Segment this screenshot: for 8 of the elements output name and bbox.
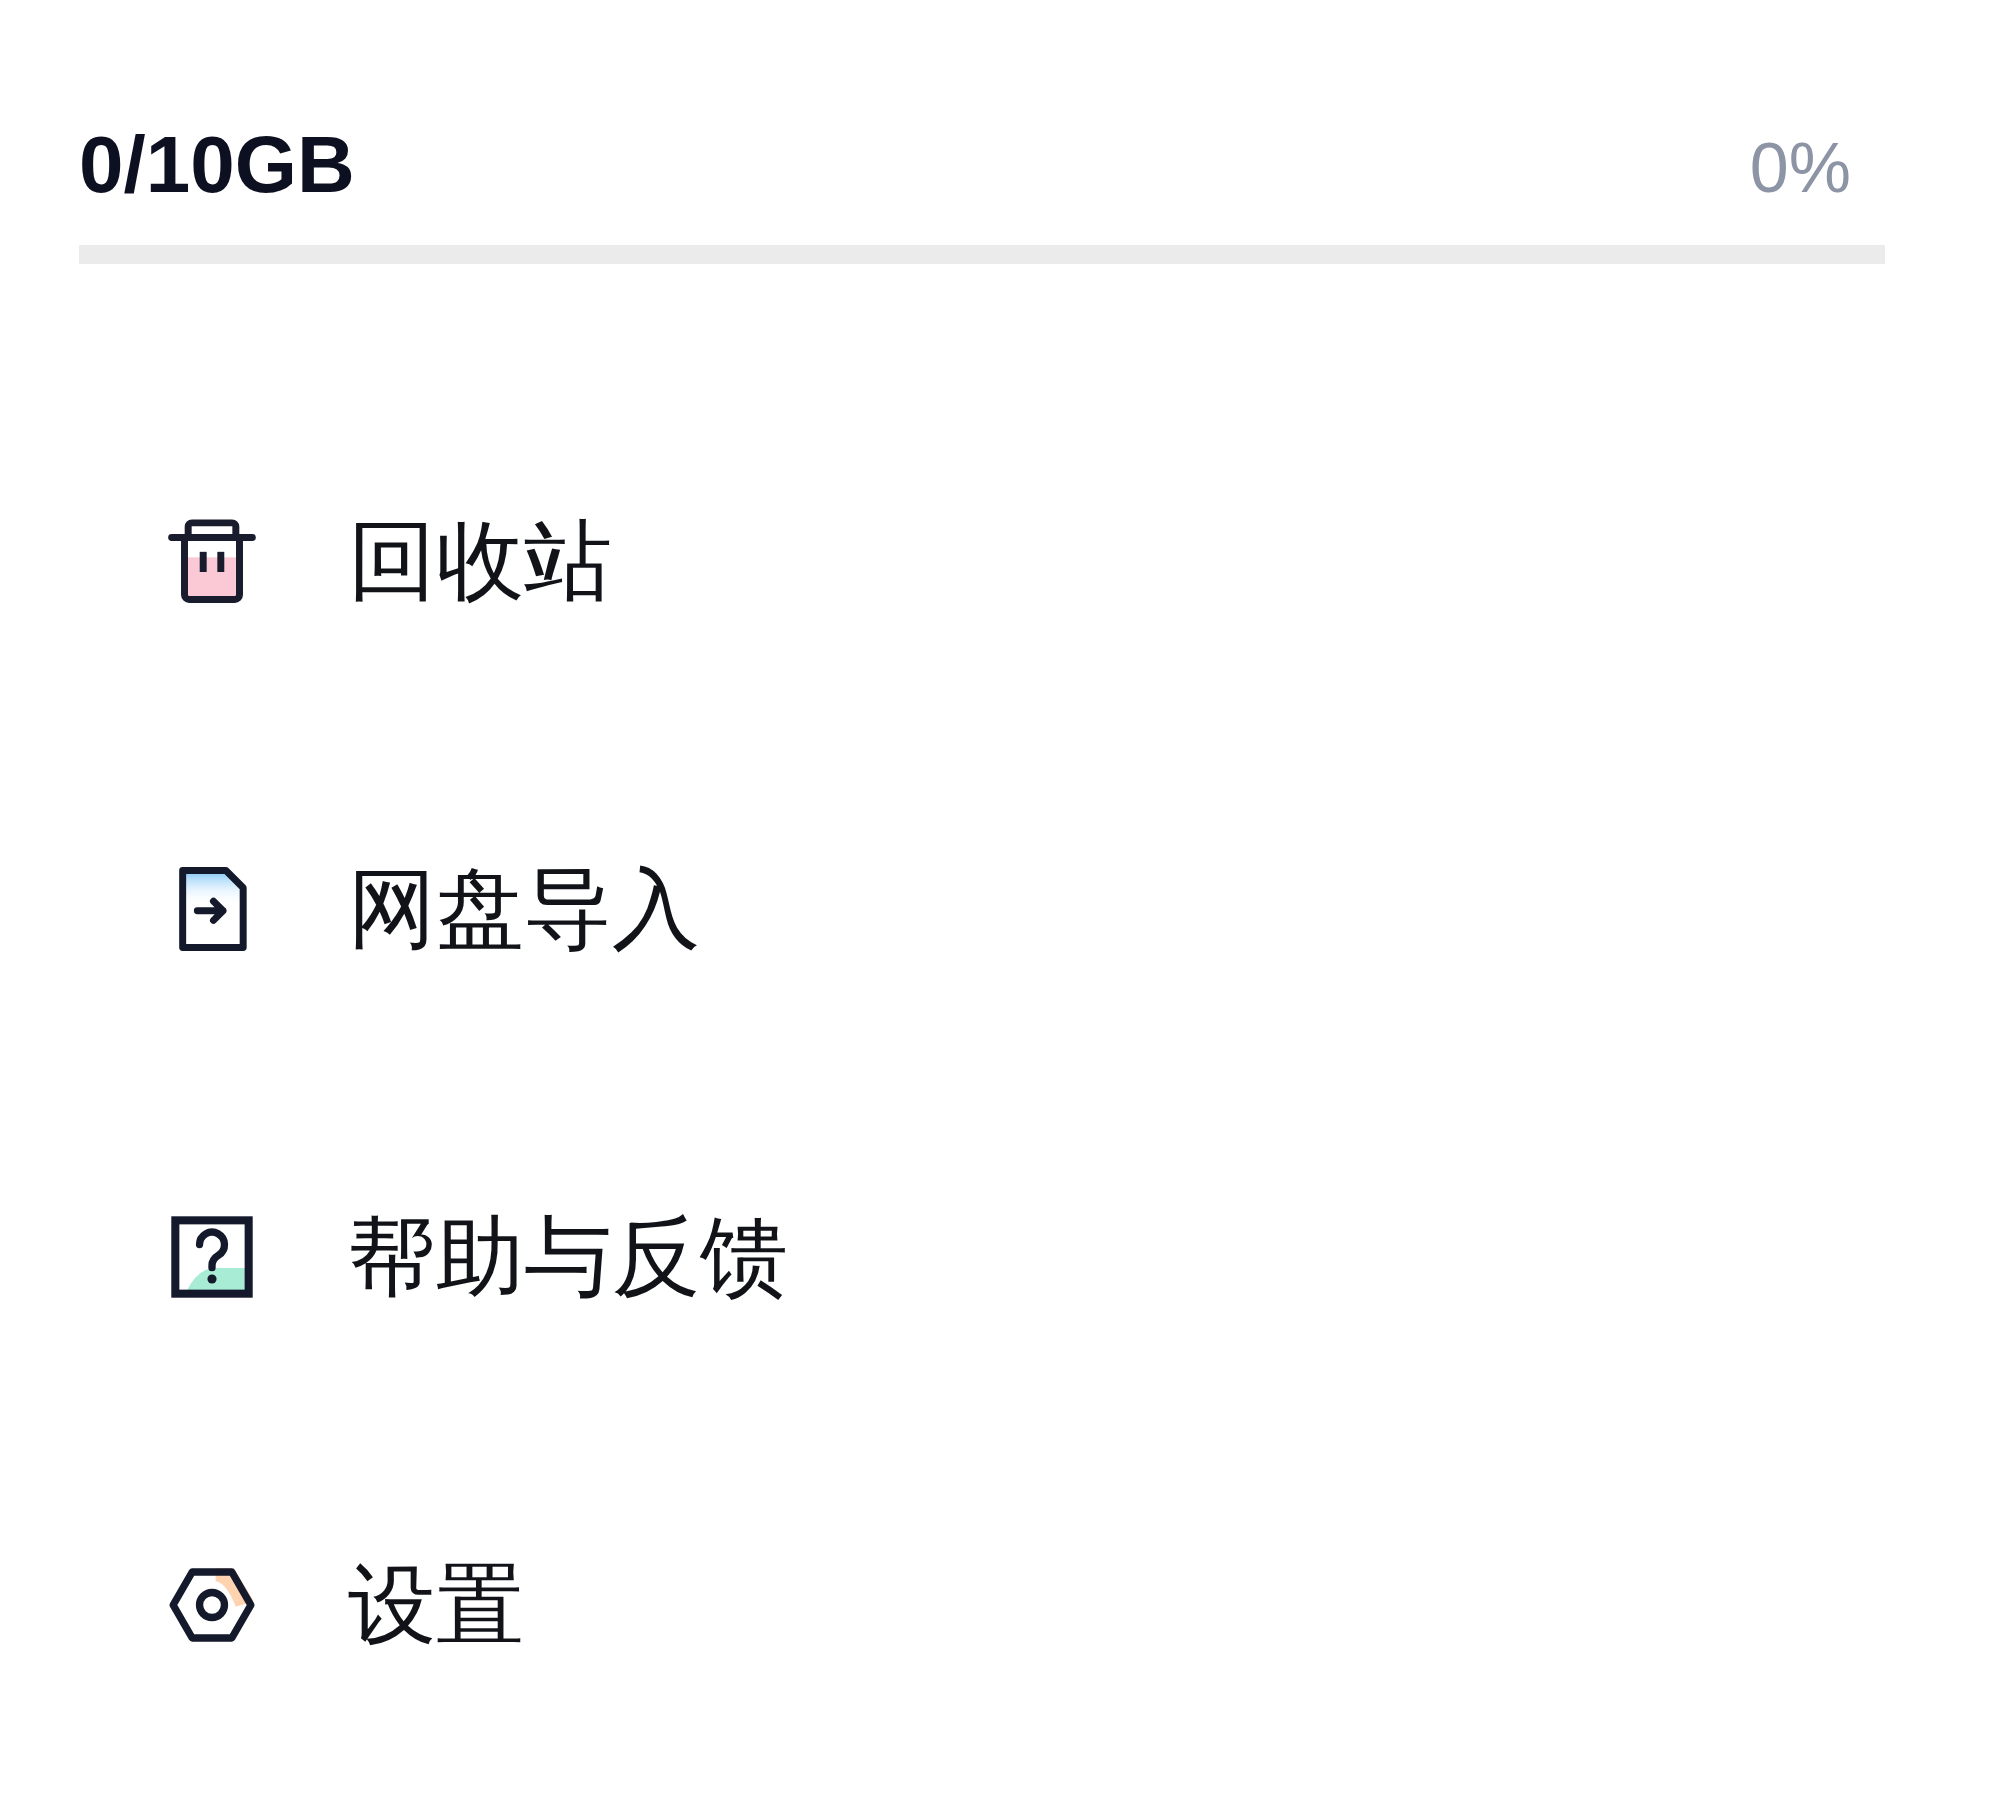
storage-percent: 0% [1749, 128, 1851, 209]
menu-item[interactable]: 帮助与反馈 [168, 1212, 788, 1302]
storage-usage: 0/10GB [79, 123, 355, 207]
menu-item[interactable]: 回收站 [168, 516, 612, 606]
help-icon [168, 1213, 256, 1301]
trash-icon [168, 517, 256, 605]
menu-item[interactable]: 设置 [168, 1560, 524, 1650]
menu-item[interactable]: 网盘导入 [168, 864, 700, 954]
